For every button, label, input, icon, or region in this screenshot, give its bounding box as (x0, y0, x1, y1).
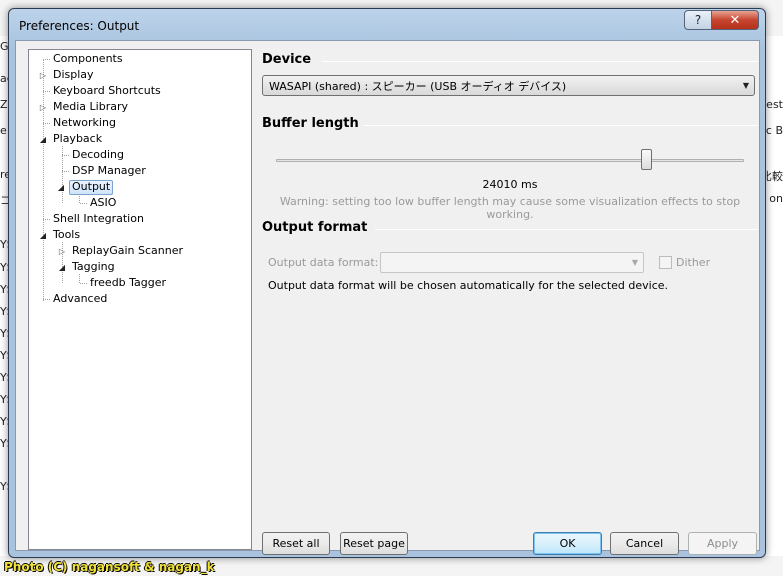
tree-item-advanced[interactable]: Advanced (43, 292, 109, 307)
buffer-length-heading: Buffer length (262, 116, 359, 131)
tree-item-playback[interactable]: ◢ Playback (40, 132, 104, 147)
cancel-button[interactable]: Cancel (610, 532, 679, 555)
buffer-slider-thumb[interactable] (640, 149, 652, 170)
tree-line-tagging (79, 274, 80, 283)
tree-item-label: Display (53, 68, 94, 81)
tree-item-label: ReplayGain Scanner (72, 244, 183, 257)
tree-connector (43, 91, 50, 92)
preferences-dialog: Preferences: Output ? ✕ Components ▷ Dis… (8, 8, 766, 558)
expand-right-icon[interactable]: ▷ (39, 71, 47, 80)
output-format-divider (375, 229, 758, 230)
expand-right-icon[interactable]: ▷ (39, 103, 47, 112)
tree-item-label: Tagging (72, 260, 115, 273)
tree-item-label: Decoding (72, 148, 125, 161)
tree-item-label: Playback (53, 132, 103, 145)
tree-item-label: freedb Tagger (90, 276, 167, 289)
tree-item-label: ASIO (90, 196, 117, 209)
apply-button[interactable]: Apply (688, 532, 757, 555)
collapse-down-icon[interactable]: ◢ (39, 135, 47, 144)
tree-connector (43, 299, 50, 300)
chevron-down-icon: ▼ (742, 81, 750, 90)
tree-item-output[interactable]: ◢ Output (58, 180, 114, 195)
tree-item-decoding[interactable]: Decoding (62, 148, 126, 163)
dither-checkbox-group[interactable]: Dither (659, 256, 710, 269)
chevron-down-icon: ▼ (631, 258, 639, 267)
dither-label: Dither (676, 256, 711, 269)
tree-connector (43, 59, 50, 60)
collapse-down-icon[interactable]: ◢ (58, 263, 66, 272)
tree-item-shell-integration[interactable]: Shell Integration (43, 212, 146, 227)
device-selected-value: WASAPI (shared) : スピーカー (USB オーディオ デバイス) (269, 79, 567, 93)
tree-item-label: Tools (53, 228, 81, 241)
tree-item-label: Components (53, 52, 123, 65)
output-settings-panel: Device WASAPI (shared) : スピーカー (USB オーディ… (260, 49, 760, 529)
buffer-length-value: 24010 ms (482, 178, 538, 191)
output-data-format-dropdown[interactable]: ▼ (380, 252, 644, 273)
tree-item-display[interactable]: ▷ Display (40, 68, 96, 83)
dither-checkbox[interactable] (659, 256, 672, 269)
tree-item-label-selected: Output (69, 180, 114, 195)
help-icon: ? (694, 13, 702, 27)
device-divider (322, 61, 758, 62)
tree-connector (43, 219, 50, 220)
tree-connector (43, 123, 50, 124)
tree-connector (80, 283, 87, 284)
tree-item-networking[interactable]: Networking (43, 116, 118, 131)
buffer-slider-track[interactable] (276, 159, 744, 162)
reset-page-button[interactable]: Reset page (340, 532, 408, 555)
tree-item-tools[interactable]: ◢ Tools (40, 228, 82, 243)
preferences-tree[interactable]: Components ▷ Display Keyboard Shortcuts … (28, 49, 252, 550)
tree-item-asio[interactable]: ASIO (80, 196, 118, 211)
device-heading: Device (262, 52, 312, 67)
tree-item-keyboard-shortcuts[interactable]: Keyboard Shortcuts (43, 84, 163, 99)
tree-item-label: Shell Integration (53, 212, 144, 225)
output-data-format-label: Output data format: (268, 256, 379, 269)
buffer-warning-text: Warning: setting too low buffer length m… (279, 195, 741, 221)
tree-item-dsp-manager[interactable]: DSP Manager (62, 164, 148, 179)
tree-item-components[interactable]: Components (43, 52, 125, 67)
tree-item-label: Keyboard Shortcuts (53, 84, 161, 97)
collapse-down-icon[interactable]: ◢ (39, 231, 47, 240)
title-bar[interactable]: Preferences: Output ? ✕ (9, 9, 765, 41)
background-text-fragment: on (769, 192, 783, 205)
expand-right-icon[interactable]: ▷ (58, 247, 66, 256)
buffer-divider (363, 125, 758, 126)
ok-button[interactable]: OK (533, 532, 602, 555)
reset-all-button[interactable]: Reset all (262, 532, 330, 555)
collapse-down-icon[interactable]: ◢ (57, 183, 65, 192)
tree-connector (62, 171, 69, 172)
tree-item-media-library[interactable]: ▷ Media Library (40, 100, 130, 115)
output-format-heading: Output format (262, 220, 368, 235)
close-button[interactable]: ✕ (711, 10, 759, 30)
photo-watermark: Photo (C) nagansoft & nagan_k (4, 560, 215, 574)
output-format-note: Output data format will be chosen automa… (268, 279, 669, 292)
tree-connector (62, 155, 69, 156)
tree-item-replaygain-scanner[interactable]: ▷ ReplayGain Scanner (59, 244, 185, 259)
tree-line-output (79, 194, 80, 203)
tree-line-root (43, 60, 44, 301)
tree-item-label: Networking (53, 116, 116, 129)
tree-item-tagging[interactable]: ◢ Tagging (59, 260, 117, 275)
help-button[interactable]: ? (684, 10, 712, 30)
tree-connector (80, 203, 87, 204)
tree-item-label: DSP Manager (72, 164, 146, 177)
tree-item-label: Advanced (53, 292, 108, 305)
dialog-client-area: Components ▷ Display Keyboard Shortcuts … (15, 40, 760, 555)
tree-item-freedb-tagger[interactable]: freedb Tagger (80, 276, 168, 291)
close-icon: ✕ (729, 12, 741, 28)
device-dropdown[interactable]: WASAPI (shared) : スピーカー (USB オーディオ デバイス)… (262, 75, 755, 96)
tree-item-label: Media Library (53, 100, 128, 113)
window-title: Preferences: Output (19, 19, 140, 33)
